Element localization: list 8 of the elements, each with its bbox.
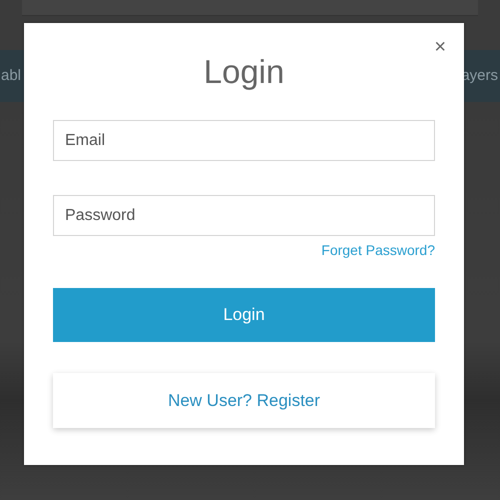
dialog-title: Login bbox=[204, 52, 284, 92]
login-button[interactable]: Login bbox=[53, 288, 435, 342]
register-button[interactable]: New User? Register bbox=[53, 373, 435, 428]
forgot-password-link[interactable]: Forget Password? bbox=[321, 240, 435, 261]
close-button[interactable]: × bbox=[434, 37, 446, 57]
nav-item[interactable]: abl bbox=[1, 64, 22, 88]
email-field[interactable]: Email bbox=[53, 120, 435, 161]
password-field[interactable]: Password bbox=[53, 195, 435, 236]
